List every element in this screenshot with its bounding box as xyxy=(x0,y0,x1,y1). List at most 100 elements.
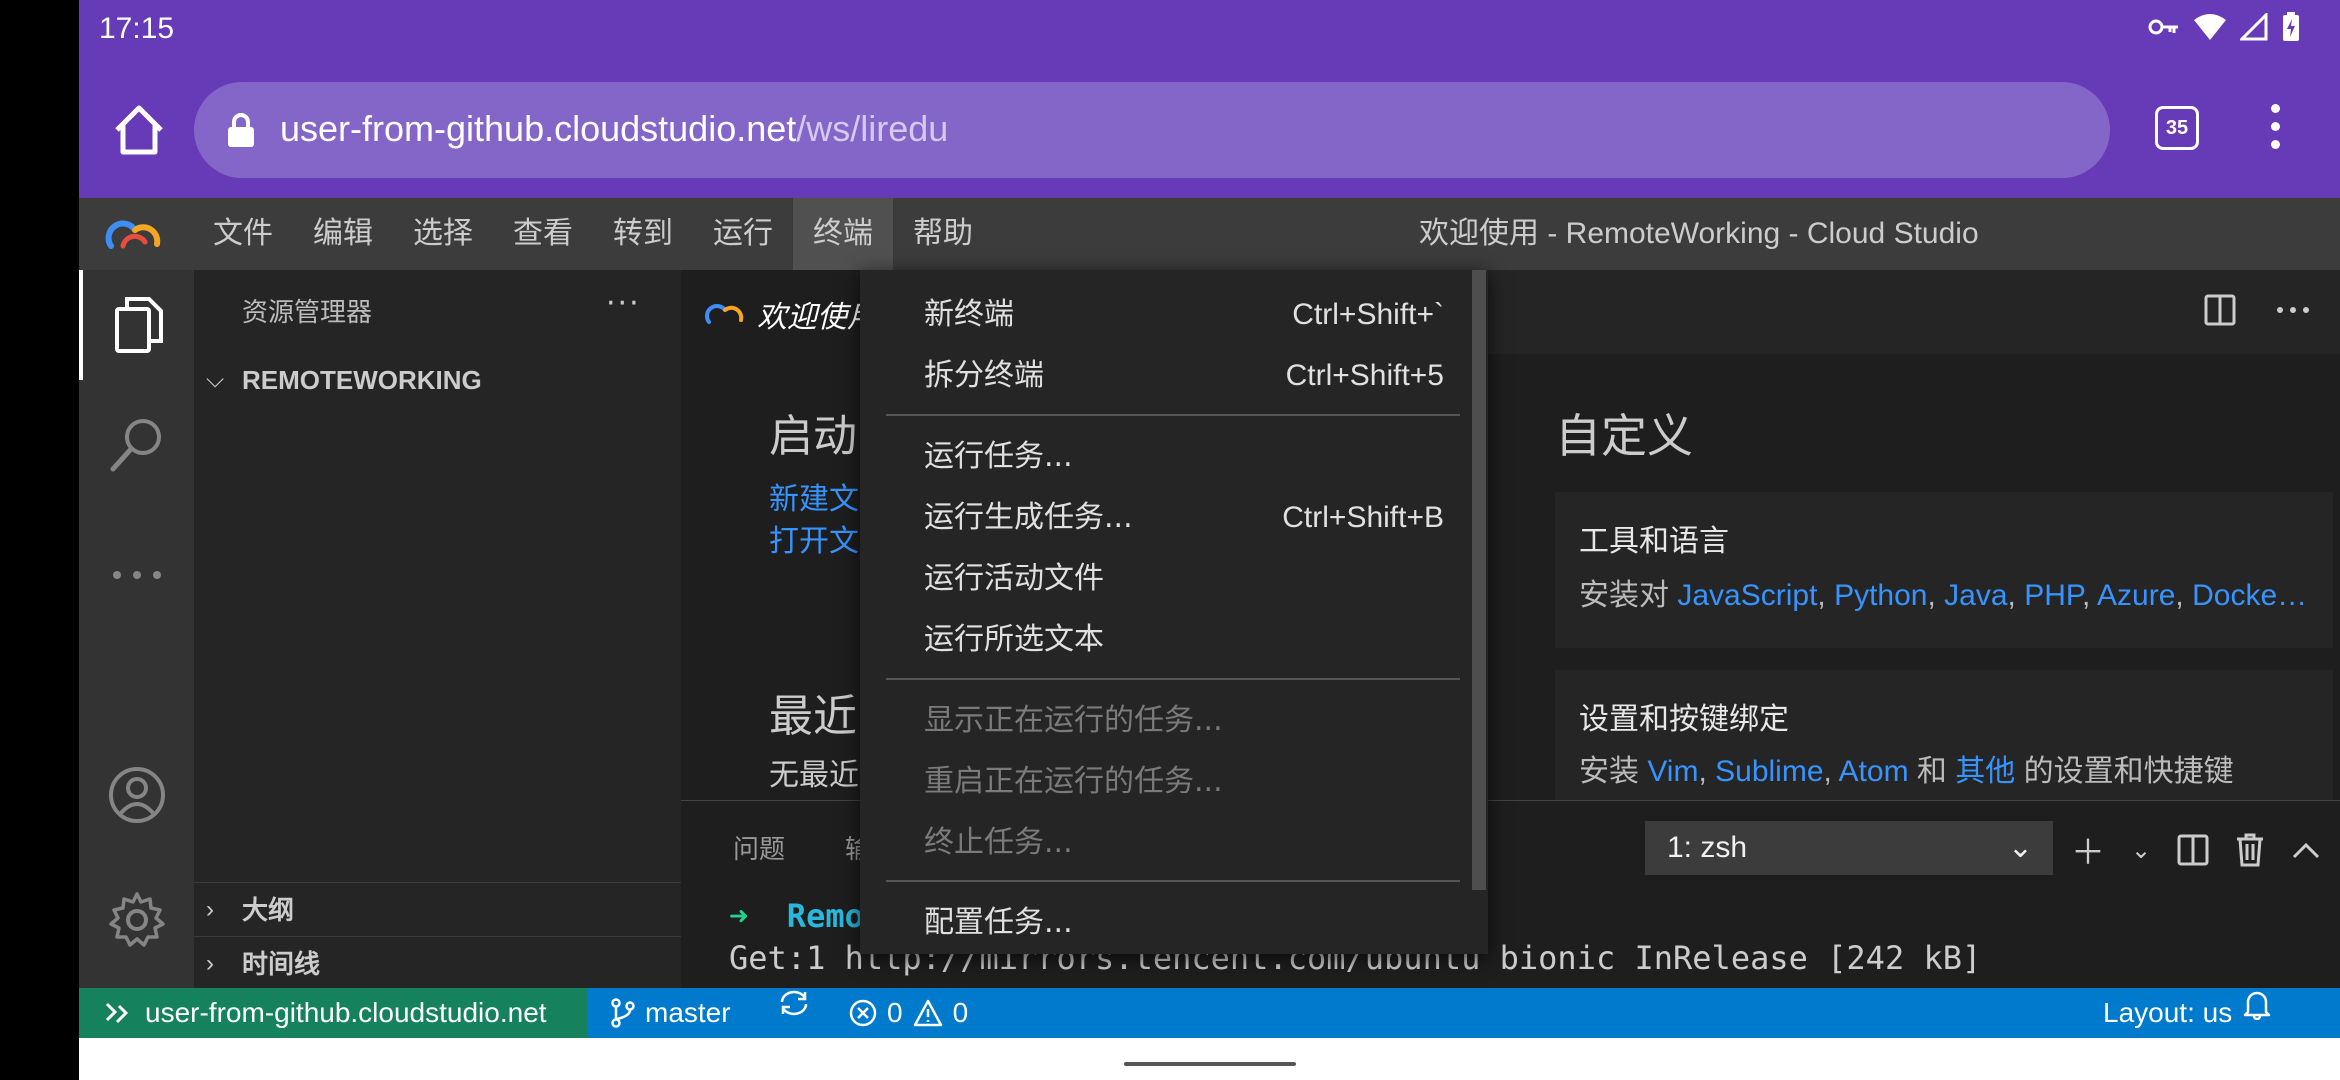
outline-label: 大纲 xyxy=(242,895,295,925)
tools-languages-card[interactable]: 工具和语言 安装对 JavaScript, Python, Java, PHP,… xyxy=(1555,492,2333,648)
menu-item-shortcut: Ctrl+Shift+B xyxy=(1282,501,1444,534)
sync-button[interactable] xyxy=(777,988,811,1018)
branch-indicator[interactable]: master xyxy=(611,988,731,1038)
card-title: 工具和语言 xyxy=(1579,524,1729,559)
java-link[interactable]: Java xyxy=(1944,579,2007,612)
menu-item-run-build-task[interactable]: 运行生成任务... Ctrl+Shift+B xyxy=(860,489,1460,547)
menu-item-label: 新终端 xyxy=(924,297,1014,332)
cloud-studio-logo xyxy=(105,220,161,249)
timeline-label: 时间线 xyxy=(242,949,321,979)
menu-item-label: 配置任务... xyxy=(924,905,1073,940)
address-bar[interactable]: user-from-github.cloudstudio.net/ws/lire… xyxy=(194,82,2110,178)
python-link[interactable]: Python xyxy=(1834,579,1927,612)
menu-help[interactable]: 帮助 xyxy=(893,198,993,270)
wifi-icon xyxy=(2194,14,2226,40)
card-description: 安装 Vim, Sublime, Atom 和 其他 的设置和快捷键 xyxy=(1579,755,2234,788)
status-icons xyxy=(2148,12,2300,42)
terminal-select[interactable]: 1: zsh ⌄ xyxy=(1645,821,2053,875)
javascript-link[interactable]: JavaScript xyxy=(1677,579,1817,612)
panel-actions: ＋ ⌄ xyxy=(2071,825,2340,874)
menu-item-run-active-file[interactable]: 运行活动文件 xyxy=(860,550,1460,608)
menu-item-restart-running-task: 重启正在运行的任务... xyxy=(860,753,1460,811)
menu-item-label: 显示正在运行的任务... xyxy=(924,703,1223,738)
browser-menu-icon[interactable] xyxy=(2265,104,2285,154)
menu-item-run-selected-text[interactable]: 运行所选文本 xyxy=(860,611,1460,669)
browser-toolbar: user-from-github.cloudstudio.net/ws/lire… xyxy=(79,60,2340,198)
terminal-menu-dropdown: 新终端 Ctrl+Shift+` 拆分终端 Ctrl+Shift+5 运行任务.… xyxy=(860,270,1488,954)
menu-go[interactable]: 转到 xyxy=(593,198,693,270)
account-icon xyxy=(108,767,165,823)
explorer-sidebar: 资源管理器 ··· ⌵ REMOTEWORKING › 大纲 › 时间线 xyxy=(194,270,681,988)
sublime-link[interactable]: Sublime xyxy=(1715,755,1823,788)
new-terminal-icon[interactable]: ＋ xyxy=(2071,825,2105,874)
window-title: 欢迎使用 - RemoteWorking - Cloud Studio xyxy=(1419,217,1979,250)
url-text: user-from-github.cloudstudio.net/ws/lire… xyxy=(280,108,948,150)
editor-actions xyxy=(2204,294,2310,326)
chevron-right-icon: › xyxy=(206,896,214,923)
explorer-activity[interactable] xyxy=(79,270,194,380)
menu-item-split-terminal[interactable]: 拆分终端 Ctrl+Shift+5 xyxy=(860,347,1460,405)
notifications-button[interactable] xyxy=(2243,988,2271,1020)
open-file-link[interactable]: 打开文 xyxy=(769,516,859,560)
split-terminal-icon[interactable] xyxy=(2177,834,2209,866)
outline-section[interactable]: › 大纲 xyxy=(194,884,681,936)
vpn-key-icon xyxy=(2148,19,2178,35)
new-file-link[interactable]: 新建文 xyxy=(769,474,859,518)
menu-item-configure-tasks[interactable]: 配置任务... xyxy=(860,894,1460,952)
timeline-section[interactable]: › 时间线 xyxy=(194,938,681,988)
vim-link[interactable]: Vim xyxy=(1647,755,1698,788)
menu-view[interactable]: 查看 xyxy=(493,198,593,270)
menu-item-new-terminal[interactable]: 新终端 Ctrl+Shift+` xyxy=(860,286,1460,344)
status-bar: user-from-github.cloudstudio.net master … xyxy=(79,988,2340,1038)
battery-charging-icon xyxy=(2283,12,2299,41)
more-activity[interactable] xyxy=(79,520,194,630)
sidebar-more-actions[interactable]: ··· xyxy=(606,286,641,321)
menu-edit[interactable]: 编辑 xyxy=(293,198,393,270)
folder-name: REMOTEWORKING xyxy=(242,365,482,395)
chevron-down-icon: ⌵ xyxy=(206,366,225,393)
activity-bar xyxy=(79,270,194,988)
trash-icon[interactable] xyxy=(2235,833,2265,867)
menu-run[interactable]: 运行 xyxy=(693,198,793,270)
menu-separator xyxy=(886,880,1460,882)
tab-switcher-button[interactable]: 35 xyxy=(2155,106,2199,150)
problems-indicator[interactable]: 0 0 xyxy=(849,988,968,1038)
menu-scrollbar[interactable] xyxy=(1472,270,1486,890)
menu-item-label: 运行任务... xyxy=(924,439,1073,474)
azure-link[interactable]: Azure xyxy=(2097,579,2175,612)
settings-keybindings-card[interactable]: 设置和按键绑定 安装 Vim, Sublime, Atom 和 其他 的设置和快… xyxy=(1555,670,2333,800)
gesture-handle[interactable] xyxy=(1124,1062,1296,1066)
customize-heading: 自定义 xyxy=(1555,409,1693,463)
menu-item-terminate-task: 终止任务... xyxy=(860,814,1460,872)
menu-item-label: 运行所选文本 xyxy=(924,622,1104,657)
recent-heading: 最近 xyxy=(769,691,857,742)
chevron-down-icon[interactable]: ⌄ xyxy=(2131,836,2151,864)
split-editor-icon[interactable] xyxy=(2204,294,2236,326)
menu-item-run-task[interactable]: 运行任务... xyxy=(860,428,1460,486)
menu-selection[interactable]: 选择 xyxy=(393,198,493,270)
chevron-up-icon[interactable] xyxy=(2291,840,2321,860)
android-nav-bar xyxy=(79,1038,2340,1080)
remote-indicator[interactable]: user-from-github.cloudstudio.net xyxy=(79,988,587,1038)
url-path: /ws/liredu xyxy=(796,108,949,149)
folder-section-remoteworking[interactable]: ⌵ REMOTEWORKING xyxy=(194,354,681,406)
php-link[interactable]: PHP xyxy=(2024,579,2082,612)
settings-activity[interactable] xyxy=(79,865,194,975)
menu-terminal[interactable]: 终端 xyxy=(793,198,893,270)
keyboard-layout[interactable]: Layout: us xyxy=(2103,988,2232,1038)
sidebar-divider xyxy=(194,882,681,883)
home-icon[interactable] xyxy=(109,100,169,160)
other-link[interactable]: 其他 xyxy=(1955,755,2015,788)
no-recent-text: 无最近 xyxy=(769,758,859,793)
clock: 17:15 xyxy=(99,12,175,45)
search-activity[interactable] xyxy=(79,390,194,500)
menubar: 文件 编辑 选择 查看 转到 运行 终端 帮助 欢迎使用 - RemoteWor… xyxy=(79,198,2340,270)
atom-link[interactable]: Atom xyxy=(1839,755,1909,788)
menu-item-label: 终止任务... xyxy=(924,825,1073,860)
accounts-activity[interactable] xyxy=(79,740,194,850)
menu-file[interactable]: 文件 xyxy=(193,198,293,270)
tab-problems[interactable]: 问题 xyxy=(733,829,785,866)
card-title: 设置和按键绑定 xyxy=(1579,702,1789,737)
docker-link[interactable]: Docke… xyxy=(2192,579,2307,612)
more-actions-icon[interactable] xyxy=(2276,306,2310,314)
